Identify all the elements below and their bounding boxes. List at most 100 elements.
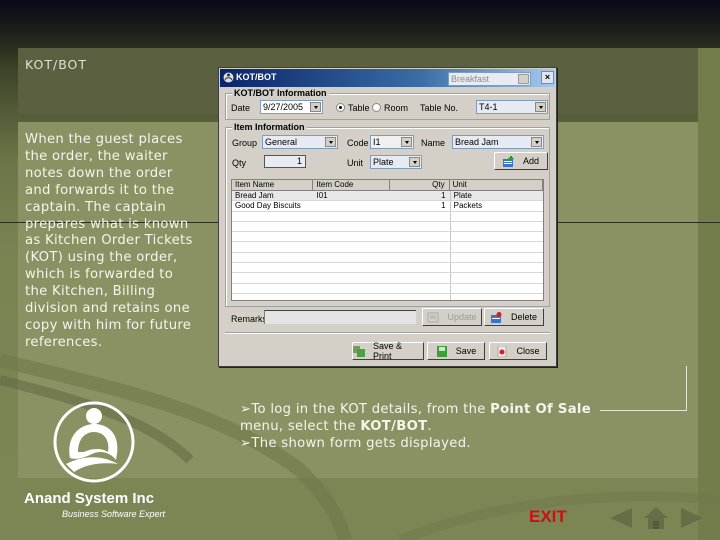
- menu-item-name: KOT/BOT: [360, 418, 428, 434]
- table-row[interactable]: Good Day Biscuits 1 Packets: [232, 201, 543, 212]
- window-title: KOT/BOT: [236, 72, 277, 82]
- date-label: Date: [231, 103, 251, 113]
- company-name: Anand System Inc: [24, 490, 155, 507]
- add-button[interactable]: Add: [494, 152, 548, 170]
- add-label: Add: [522, 156, 539, 166]
- close-button[interactable]: Close: [489, 342, 547, 360]
- empty-row: [232, 273, 543, 284]
- table-no-select[interactable]: T4-1: [476, 100, 548, 114]
- code-value: I1: [373, 137, 381, 147]
- save-print-button[interactable]: Save & Print: [352, 341, 424, 361]
- cell-item-name: Bread Jam: [235, 191, 274, 200]
- name-value: Bread Jam: [455, 137, 499, 147]
- slide-description: When the guest places the order, the wai…: [25, 132, 193, 350]
- update-label: Update: [447, 312, 477, 322]
- exit-button[interactable]: EXIT: [529, 507, 567, 527]
- separator: [225, 332, 550, 334]
- chevron-down-icon: [325, 137, 336, 147]
- column-header[interactable]: Qty: [390, 180, 450, 190]
- callout-bracket: [600, 366, 687, 411]
- table-no-label: Table No.: [420, 103, 459, 113]
- save-print-icon: [353, 345, 365, 357]
- grid-header: Item Name Item Code Qty Unit: [232, 180, 543, 191]
- group-legend: KOT/BOT Information: [232, 88, 329, 98]
- close-label: Close: [516, 346, 540, 356]
- name-label: Name: [421, 138, 446, 148]
- date-picker[interactable]: 9/27/2005: [260, 100, 323, 114]
- empty-row: [232, 293, 543, 300]
- delete-button[interactable]: Delete: [484, 308, 544, 326]
- qty-input[interactable]: 1: [264, 155, 306, 168]
- chevron-down-icon: [531, 137, 542, 147]
- cell-unit: Plate: [449, 191, 543, 201]
- remarks-input[interactable]: [264, 310, 416, 324]
- chevron-down-icon: [310, 102, 321, 112]
- delete-icon: [490, 311, 502, 323]
- bullet-text: menu, select the: [240, 418, 361, 434]
- empty-row: [232, 252, 543, 264]
- save-icon: [436, 345, 447, 357]
- window-titlebar: KOT/BOT Breakfast ×: [220, 69, 555, 87]
- chevron-down-icon: [518, 74, 529, 84]
- chevron-down-icon: [409, 157, 420, 167]
- group-select[interactable]: General: [262, 135, 338, 149]
- update-icon: [427, 312, 439, 322]
- empty-row: [232, 263, 543, 274]
- save-label: Save: [455, 346, 477, 356]
- name-select[interactable]: Bread Jam: [452, 135, 544, 149]
- home-icon[interactable]: [643, 506, 669, 530]
- meal-value: Breakfast: [451, 74, 490, 84]
- person-circle-logo-icon: [53, 401, 135, 483]
- bullet-item: ➢The shown form gets displayed.: [240, 435, 471, 451]
- instruction-bullets: ➢To log in the KOT details, from the Poi…: [240, 402, 620, 453]
- kot-bot-window: KOT/BOT Breakfast × KOT/BOT Information …: [218, 67, 557, 367]
- column-header[interactable]: Item Name: [232, 180, 314, 190]
- cell-unit: Packets: [449, 201, 543, 211]
- radio-room-label: Room: [384, 103, 409, 113]
- column-header[interactable]: Unit: [450, 180, 543, 190]
- arrow-right-icon[interactable]: [679, 506, 705, 530]
- empty-row: [232, 232, 543, 243]
- company-tagline: Business Software Expert: [62, 509, 166, 519]
- table-row[interactable]: Bread Jam I01 1 Plate: [232, 191, 543, 202]
- column-header[interactable]: Item Code: [313, 180, 390, 190]
- close-icon[interactable]: ×: [541, 71, 554, 84]
- unit-select[interactable]: Plate: [370, 155, 422, 169]
- cell-item-code: I01: [316, 191, 328, 200]
- empty-row: [232, 211, 543, 222]
- items-grid[interactable]: Item Name Item Code Qty Unit Bread Jam I…: [231, 179, 544, 301]
- arrow-left-icon[interactable]: [608, 506, 634, 530]
- update-button[interactable]: Update: [422, 308, 482, 326]
- menu-name: Point Of Sale: [490, 402, 591, 417]
- chevron-down-icon: [401, 137, 412, 147]
- cell-qty: 1: [441, 191, 446, 200]
- unit-value: Plate: [373, 157, 394, 167]
- chevron-down-icon: [535, 102, 546, 112]
- group-legend: Item Information: [232, 122, 307, 132]
- delete-label: Delete: [510, 312, 537, 322]
- kot-info-group: KOT/BOT Information Date 9/27/2005 Table…: [225, 88, 550, 120]
- bullet-text: .: [427, 418, 432, 434]
- save-button[interactable]: Save: [427, 342, 485, 360]
- cell-item-name: Good Day Biscuits: [235, 201, 301, 211]
- date-value: 9/27/2005: [263, 102, 304, 112]
- save-print-label: Save & Print: [373, 341, 403, 361]
- radio-room[interactable]: [372, 103, 381, 112]
- group-label: Group: [232, 138, 258, 148]
- cell-item-code: [313, 201, 390, 210]
- right-strip: [698, 48, 720, 540]
- radio-table-label: Table: [348, 103, 370, 113]
- add-item-icon: [502, 155, 514, 167]
- code-select[interactable]: I1: [370, 135, 414, 149]
- radio-table[interactable]: [336, 103, 345, 112]
- empty-row: [232, 221, 543, 233]
- remarks-label: Remarks: [231, 314, 268, 324]
- empty-row: [232, 242, 543, 253]
- close-doc-icon: [497, 345, 507, 357]
- empty-row: [232, 283, 543, 294]
- qty-label: Qty: [232, 158, 247, 168]
- meal-selector[interactable]: Breakfast: [448, 72, 531, 86]
- group-value: General: [265, 137, 298, 147]
- bullet-item: ➢To log in the KOT details, from the Poi…: [240, 402, 620, 436]
- slide-title: KOT/BOT: [25, 57, 88, 72]
